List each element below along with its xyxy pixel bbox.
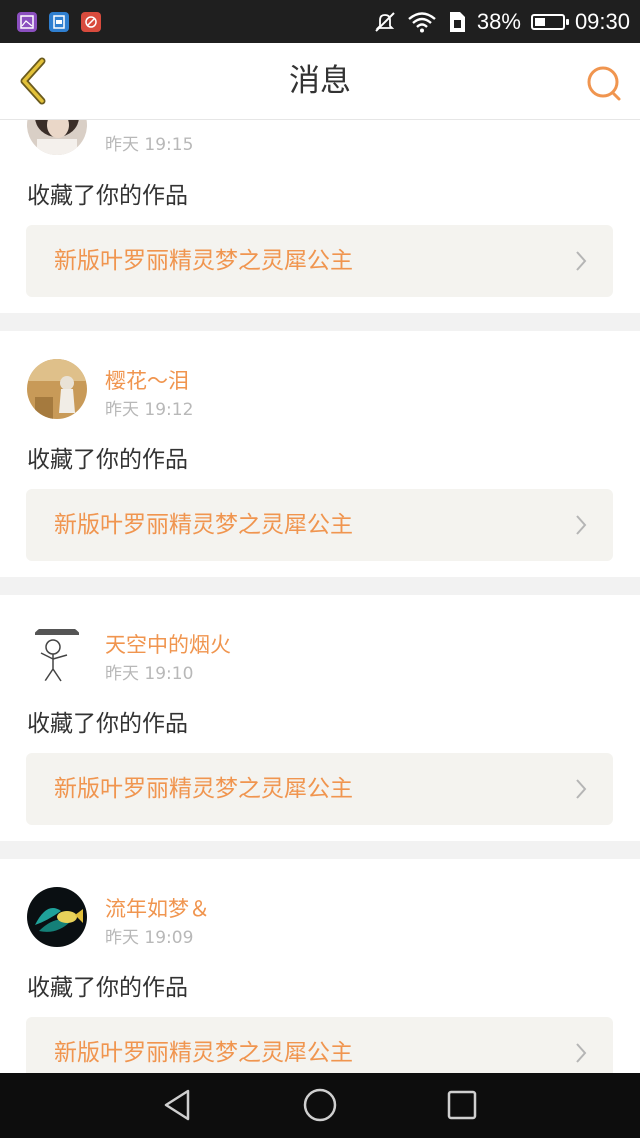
battery-icon (530, 13, 569, 30)
mute-icon (375, 11, 395, 32)
timestamp: 昨天 19:15 (105, 135, 194, 155)
avatar[interactable] (27, 623, 87, 683)
tools-app-icon (81, 12, 101, 32)
recents-square-icon[interactable] (444, 1087, 480, 1123)
message-card: 天空中的烟火 昨天 19:10 收藏了你的作品 新版叶罗丽精灵梦之灵犀公主 (0, 595, 640, 841)
message-card: 樱花～泪 昨天 19:12 收藏了你的作品 新版叶罗丽精灵梦之灵犀公主 (0, 331, 640, 577)
timestamp: 昨天 19:09 (105, 928, 194, 948)
action-text: 收藏了你的作品 (27, 447, 188, 473)
action-text: 收藏了你的作品 (27, 183, 188, 209)
work-link[interactable]: 新版叶罗丽精灵梦之灵犀公主 (26, 225, 613, 297)
data-sim-icon (449, 11, 465, 32)
timestamp: 昨天 19:10 (105, 664, 194, 684)
search-icon (587, 66, 621, 101)
username[interactable]: 樱花～泪 (105, 365, 189, 395)
username[interactable]: 天空中的烟火 (105, 629, 231, 659)
work-title: 新版叶罗丽精灵梦之灵犀公主 (54, 512, 353, 538)
sim-app-icon (49, 12, 69, 32)
home-circle-icon[interactable] (302, 1087, 338, 1123)
system-nav-bar (0, 1073, 640, 1138)
battery-percent: 38% (476, 8, 521, 34)
status-bar: 38% 09:30 (0, 0, 640, 43)
chevron-right-icon (576, 515, 587, 535)
back-triangle-icon[interactable] (160, 1087, 196, 1123)
page-title: 消息 (289, 63, 351, 99)
chevron-right-icon (576, 779, 587, 799)
work-title: 新版叶罗丽精灵梦之灵犀公主 (54, 248, 353, 274)
clock: 09:30 (574, 8, 630, 34)
search-button[interactable] (584, 63, 624, 103)
work-title: 新版叶罗丽精灵梦之灵犀公主 (54, 776, 353, 802)
message-card: 流年如梦＆ 昨天 19:09 收藏了你的作品 新版叶罗丽精灵梦之灵犀公主 (0, 859, 640, 1089)
work-link[interactable]: 新版叶罗丽精灵梦之灵犀公主 (26, 753, 613, 825)
chevron-right-icon (576, 1043, 587, 1063)
app-header: 消息 (0, 43, 640, 120)
action-text: 收藏了你的作品 (27, 975, 188, 1001)
timestamp: 昨天 19:12 (105, 400, 194, 420)
wifi-icon (408, 11, 436, 32)
username[interactable]: 流年如梦＆ (105, 893, 210, 923)
work-link[interactable]: 新版叶罗丽精灵梦之灵犀公主 (26, 489, 613, 561)
avatar[interactable] (27, 887, 87, 947)
message-card: 昨天 19:15 收藏了你的作品 新版叶罗丽精灵梦之灵犀公主 (0, 95, 640, 313)
gallery-app-icon (17, 12, 37, 32)
avatar[interactable] (27, 359, 87, 419)
chevron-right-icon (576, 251, 587, 271)
action-text: 收藏了你的作品 (27, 711, 188, 737)
